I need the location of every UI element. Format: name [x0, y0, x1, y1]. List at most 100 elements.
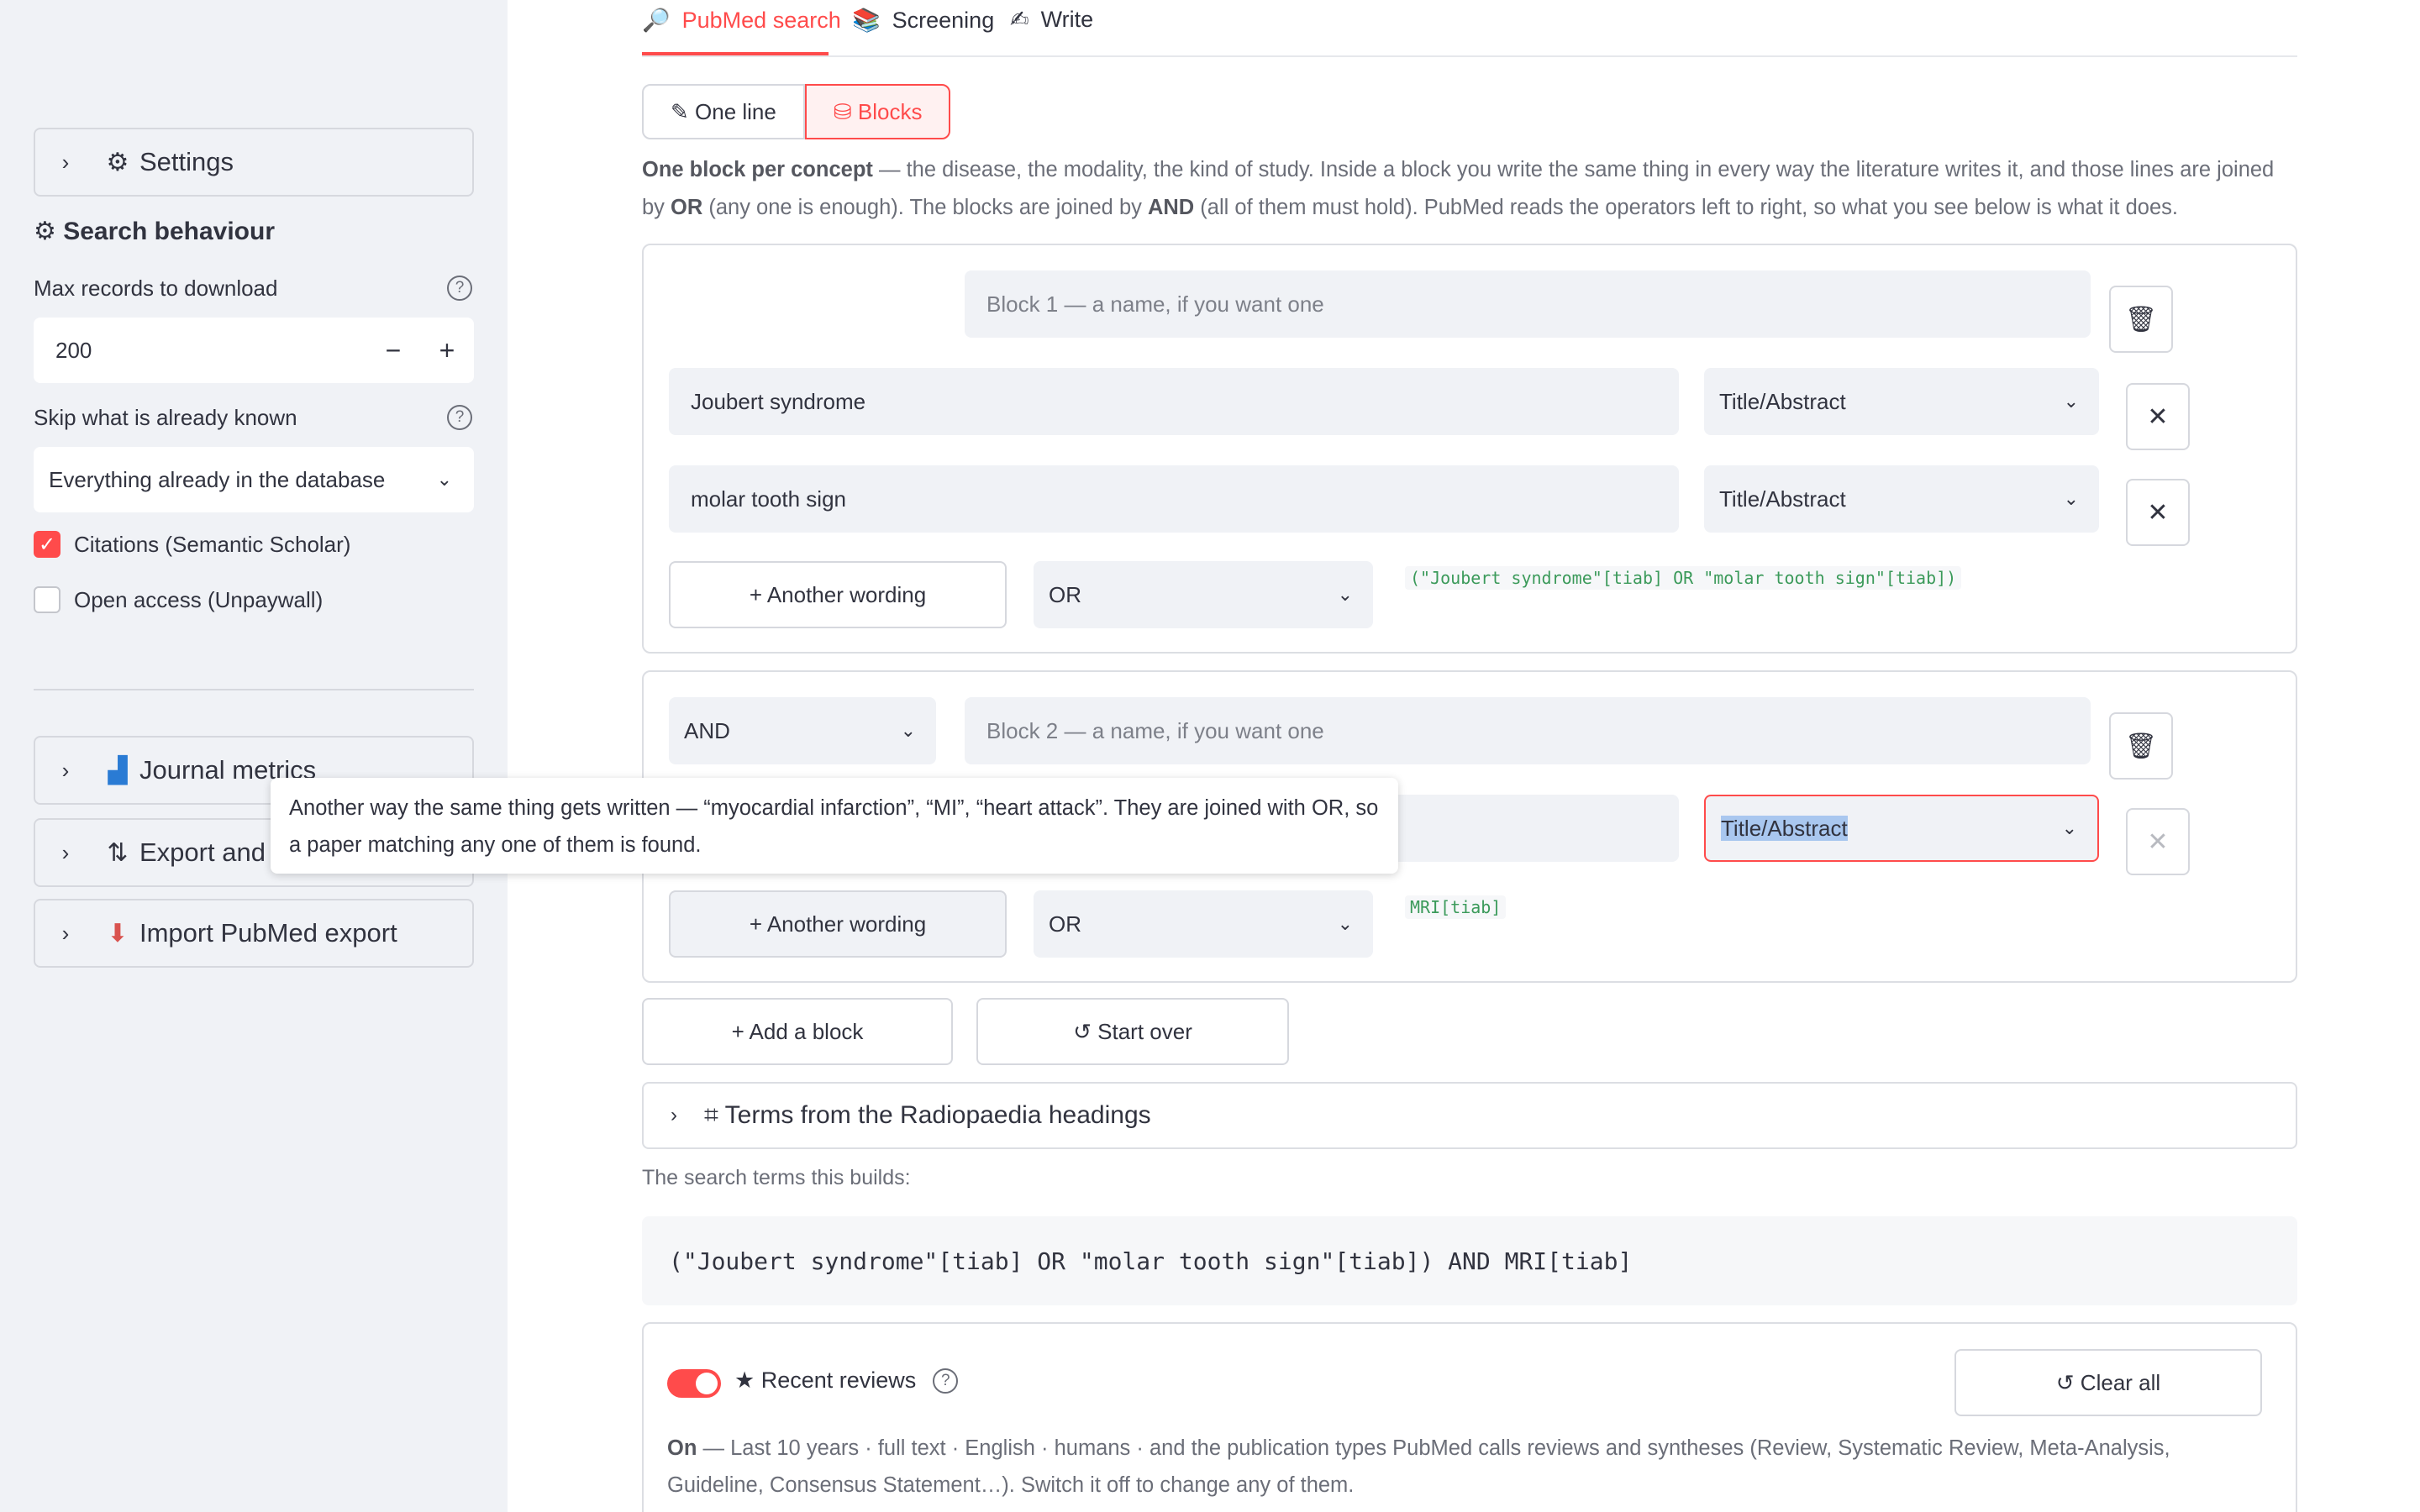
export-label: Export and b — [139, 837, 287, 867]
gear-icon: ⚙ — [106, 148, 129, 176]
chevron-right-icon: › — [61, 920, 70, 946]
intro-lead: One block per concept — [642, 158, 873, 181]
add-block-button[interactable]: + Add a block — [642, 998, 953, 1065]
close-icon: ✕ — [2147, 498, 2169, 527]
chevron-right-icon: › — [671, 1104, 677, 1126]
block-operator-select[interactable]: AND ⌄ — [669, 697, 936, 764]
open-access-checkbox-label: Open access (Unpaywall) — [74, 586, 324, 612]
toggle-knob — [696, 1373, 718, 1394]
tab-screening[interactable]: 📚 Screening — [852, 7, 994, 34]
settings-expander[interactable]: › ⚙ Settings — [34, 128, 474, 197]
tab-pubmed-search[interactable]: 🔎 PubMed search — [642, 7, 841, 34]
remove-row-button[interactable]: ✕ — [2126, 383, 2190, 450]
import-pubmed-label: Import PubMed export — [139, 918, 397, 948]
trash-icon[interactable]: 🗑 — [2109, 712, 2173, 780]
skip-known-label: Skip what is already known — [34, 405, 297, 430]
citations-checkbox-row[interactable]: ✓ Citations (Semantic Scholar) — [34, 531, 350, 558]
chevron-down-icon: ⌄ — [1337, 584, 1353, 605]
decrement-button[interactable]: − — [366, 335, 420, 366]
field-select-value: Title/Abstract — [1719, 486, 1846, 512]
recent-reviews-toggle[interactable] — [667, 1369, 721, 1398]
tab-write[interactable]: ✍ Write — [1010, 7, 1093, 33]
chevron-down-icon: ⌄ — [2063, 391, 2079, 412]
clear-all-button[interactable]: ↺ Clear all — [1954, 1349, 2262, 1416]
help-icon[interactable]: ? — [447, 276, 472, 301]
bar-chart-icon: ▟ — [108, 756, 128, 785]
pencil-icon: ✍ — [1010, 7, 1029, 32]
chevron-right-icon: › — [61, 757, 70, 783]
reviews-on-label: On — [667, 1436, 697, 1460]
tab-label: PubMed search — [681, 7, 841, 33]
recent-reviews-label: ★ Recent reviews — [734, 1368, 917, 1393]
recent-reviews-panel: ★ Recent reviews ? ↺ Clear all On — Last… — [642, 1322, 2297, 1512]
skip-known-value: Everything already in the database — [49, 466, 386, 492]
trash-icon[interactable]: 🗑 — [2109, 286, 2173, 353]
joiner-value: OR — [1049, 581, 1081, 607]
radiopaedia-terms-expander[interactable]: › ⌗ Terms from the Radiopaedia headings — [642, 1082, 2297, 1149]
field-select-value: Title/Abstract — [1719, 388, 1846, 414]
arrows-up-down-icon: ⇅ — [107, 838, 129, 867]
field-select[interactable]: Title/Abstract ⌄ — [1704, 795, 2099, 862]
chevron-right-icon: › — [61, 839, 70, 865]
add-wording-button[interactable]: + Another wording — [669, 890, 1007, 958]
block-preview: ("Joubert syndrome"[tiab] OR "molar toot… — [1405, 566, 1962, 590]
joiner-value: OR — [1049, 911, 1081, 937]
help-icon[interactable]: ? — [933, 1368, 959, 1394]
checkbox-unchecked[interactable] — [34, 586, 60, 613]
chevron-down-icon: ⌄ — [436, 469, 452, 490]
reviews-description-text: — Last 10 years · full text · English · … — [667, 1436, 2170, 1497]
block-name-input[interactable]: Block 2 — a name, if you want one — [965, 697, 2091, 764]
field-select[interactable]: Title/Abstract ⌄ — [1704, 465, 2099, 533]
magnifier-icon: 🔎 — [642, 8, 671, 33]
chevron-down-icon: ⌄ — [2061, 817, 2077, 838]
intro-text: (any one is enough). The blocks are join… — [702, 196, 1148, 219]
remove-row-button[interactable]: ✕ — [2126, 808, 2190, 875]
block-preview: MRI[tiab] — [1405, 895, 1507, 919]
close-icon: ✕ — [2147, 402, 2169, 431]
radiopaedia-terms-label: ⌗ Terms from the Radiopaedia headings — [704, 1101, 1151, 1129]
chevron-right-icon: › — [61, 149, 70, 175]
mode-blocks-button[interactable]: ⛁ Blocks — [804, 84, 951, 139]
import-pubmed-expander[interactable]: › ⬇ Import PubMed export — [34, 899, 474, 968]
open-access-checkbox-row[interactable]: Open access (Unpaywall) — [34, 586, 323, 613]
start-over-button[interactable]: ↺ Start over — [976, 998, 1289, 1065]
increment-button[interactable]: + — [420, 335, 474, 366]
mode-toggle: ✎ One line ⛁ Blocks — [642, 84, 951, 139]
max-records-value[interactable]: 200 — [34, 338, 366, 364]
max-records-input[interactable]: 200 − + — [34, 318, 474, 383]
chevron-down-icon: ⌄ — [1337, 913, 1353, 934]
operator-value: AND — [684, 717, 730, 743]
chevron-down-icon: ⌄ — [900, 720, 916, 741]
settings-label: Settings — [139, 147, 234, 176]
inbox-tray-icon: ⬇ — [107, 919, 129, 948]
field-select[interactable]: Title/Abstract ⌄ — [1704, 368, 2099, 435]
checkbox-checked[interactable]: ✓ — [34, 531, 60, 558]
term-input[interactable]: molar tooth sign — [669, 465, 1679, 533]
tab-label: Write — [1040, 7, 1094, 32]
tab-label: Screening — [892, 7, 995, 33]
citations-checkbox-label: Citations (Semantic Scholar) — [74, 531, 351, 557]
joiner-select[interactable]: OR ⌄ — [1034, 890, 1373, 958]
remove-row-button[interactable]: ✕ — [2126, 479, 2190, 546]
max-records-label: Max records to download — [34, 276, 278, 301]
help-icon[interactable]: ? — [447, 405, 472, 430]
intro-paragraph: One block per concept — the disease, the… — [642, 151, 2289, 227]
field-select-value: Title/Abstract — [1721, 815, 1848, 841]
sidebar-divider — [34, 689, 474, 690]
term-input[interactable]: Joubert syndrome — [669, 368, 1679, 435]
search-behaviour-heading: ⚙ Search behaviour — [34, 218, 275, 245]
add-wording-button[interactable]: + Another wording — [669, 561, 1007, 628]
query-output: ("Joubert syndrome"[tiab] OR "molar toot… — [642, 1216, 2297, 1305]
search-terms-caption: The search terms this builds: — [642, 1166, 911, 1189]
joiner-select[interactable]: OR ⌄ — [1034, 561, 1373, 628]
sidebar: › ⚙ Settings ⚙ Search behaviour Max reco… — [0, 0, 508, 1512]
mode-one-line-button[interactable]: ✎ One line — [642, 84, 805, 139]
skip-known-select[interactable]: Everything already in the database ⌄ — [34, 447, 474, 512]
block-name-input[interactable]: Block 1 — a name, if you want one — [965, 270, 2091, 338]
intro-or: OR — [671, 196, 703, 219]
close-icon: ✕ — [2147, 827, 2169, 856]
books-icon: 📚 — [852, 8, 881, 33]
chevron-down-icon: ⌄ — [2063, 488, 2079, 509]
intro-and: AND — [1147, 196, 1195, 219]
tab-bar: 🔎 PubMed search 📚 Screening ✍ Write — [642, 0, 2297, 57]
